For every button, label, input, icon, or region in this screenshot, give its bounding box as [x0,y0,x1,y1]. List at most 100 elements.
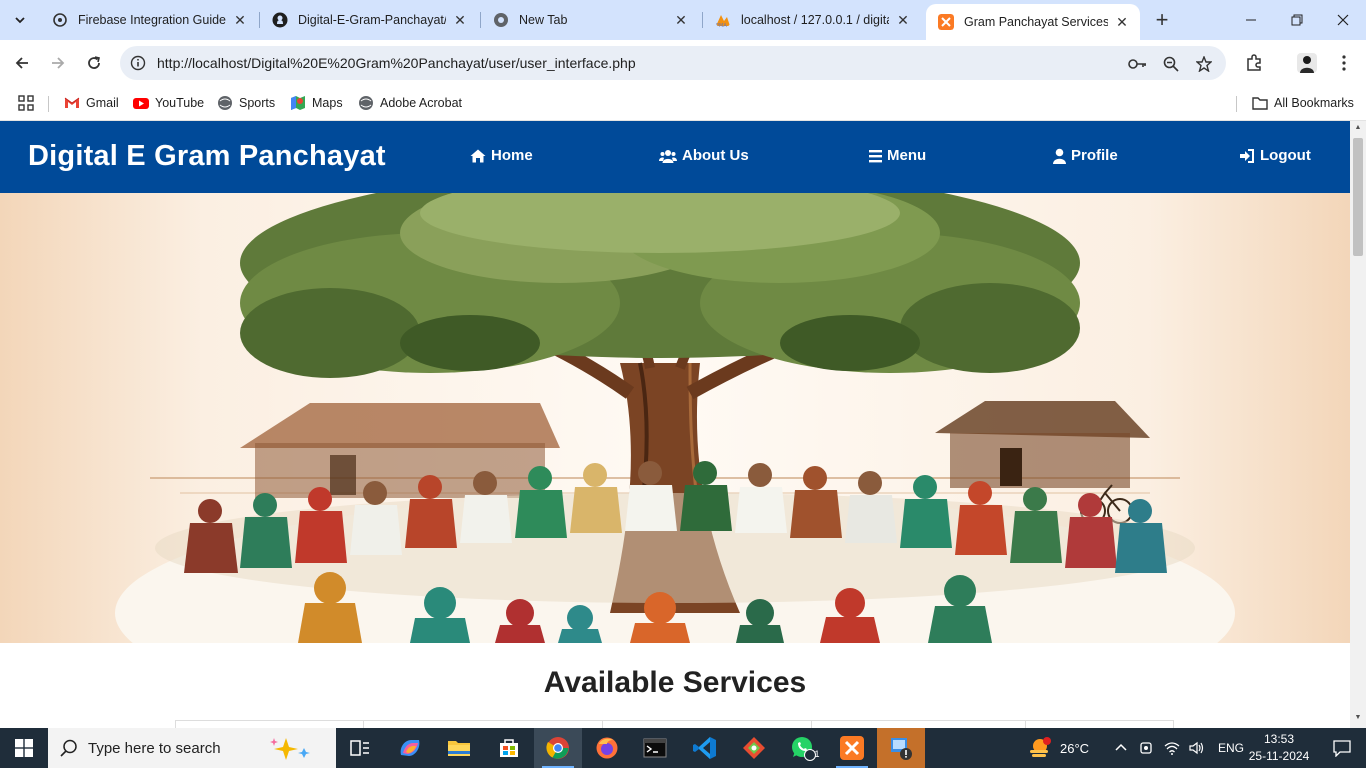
tab-firebase[interactable]: Firebase Integration Guide ✕ [40,0,258,40]
bookmark-label: Sports [239,96,276,110]
start-button[interactable] [0,728,48,768]
close-window-button[interactable] [1320,0,1366,40]
whatsapp-app[interactable]: 1 [779,728,827,768]
back-button[interactable] [8,49,36,77]
microsoft-store-app[interactable] [485,728,533,768]
page-scrollbar[interactable]: ▲ ▼ [1350,121,1366,728]
bookmark-sports[interactable]: Sports [217,93,275,113]
zoom-icon[interactable] [1161,54,1181,74]
profile-avatar[interactable] [1293,49,1321,77]
firefox-app[interactable] [583,728,631,768]
terminal-icon [643,738,667,758]
hero-banner-image [0,193,1350,643]
weather-widget[interactable]: 26°C [1028,728,1089,768]
language-indicator[interactable]: ENG [1218,741,1244,755]
table-border [1173,721,1174,728]
tab-title: Firebase Integration Guide [78,13,226,27]
bookmark-label: Adobe Acrobat [380,96,463,110]
close-icon[interactable]: ✕ [452,12,468,28]
users-icon [659,149,677,163]
nav-about-label: About Us [682,147,749,164]
forward-button[interactable] [44,49,72,77]
taskbar-search-box[interactable]: Type here to search [48,728,336,768]
all-bookmarks-button[interactable]: All Bookmarks [1252,93,1354,113]
nav-menu-label: Menu [887,147,927,164]
bookmark-maps[interactable]: Maps [290,93,343,113]
system-clock[interactable]: 13:53 25-11-2024 [1244,731,1314,765]
notification-center-button[interactable] [1318,728,1366,768]
bookmark-youtube[interactable]: YouTube [133,93,204,113]
nav-menu[interactable]: Menu [869,147,926,164]
browser-tab-strip: Firebase Integration Guide ✕ Digital-E-G… [0,0,1366,40]
tab-phpmyadmin[interactable]: PMA localhost / 127.0.0.1 / digital ✕ [703,0,921,40]
xampp-app[interactable] [828,728,876,768]
svg-text:PMA: PMA [716,23,727,28]
bookmark-label: Gmail [86,96,119,110]
tab-title: localhost / 127.0.0.1 / digital [741,13,889,27]
table-border [602,721,603,728]
scroll-down-arrow[interactable]: ▼ [1353,714,1363,726]
new-tab-button[interactable]: + [1150,7,1174,32]
volume-icon[interactable] [1189,741,1205,755]
tab-new-tab[interactable]: New Tab ✕ [481,0,699,40]
close-icon[interactable]: ✕ [673,12,689,28]
nav-about-us[interactable]: About Us [659,147,749,164]
diamond-icon [743,737,765,759]
village-tree-illustration [115,193,1235,643]
copilot-app[interactable] [386,728,434,768]
password-key-icon[interactable] [1128,54,1148,74]
tab-gram-panchayat-services[interactable]: Gram Panchayat Services ✕ [926,4,1140,40]
more-vertical-icon [1342,55,1346,71]
search-placeholder: Type here to search [88,739,221,757]
bookmarks-divider [1236,96,1237,112]
table-border [363,721,364,728]
task-view-button[interactable] [336,728,384,768]
tab-search-button[interactable] [6,6,34,34]
chevron-up-icon[interactable] [1114,741,1128,755]
nav-home[interactable]: Home [470,147,533,164]
bookmarks-divider [48,96,49,112]
extensions-button[interactable] [1240,49,1268,77]
bookmark-star-icon[interactable] [1194,54,1214,74]
terminal-app[interactable] [631,728,679,768]
url-text: http://localhost/Digital%20E%20Gram%20Pa… [157,55,636,71]
scroll-up-arrow[interactable]: ▲ [1353,124,1363,136]
tab-title: New Tab [519,13,568,27]
address-bar[interactable]: http://localhost/Digital%20E%20Gram%20Pa… [120,46,1226,80]
apps-button[interactable] [18,93,34,113]
nav-profile-label: Profile [1071,147,1118,164]
wifi-icon[interactable] [1164,741,1180,755]
bookmark-gmail[interactable]: Gmail [64,93,119,113]
table-border [811,721,812,728]
vscode-app[interactable] [681,728,729,768]
site-info-icon[interactable] [130,55,146,71]
sign-in-icon [1240,148,1254,163]
minimize-button[interactable] [1228,0,1274,40]
meet-now-icon[interactable] [1139,741,1153,755]
chrome-app[interactable] [534,728,582,768]
reload-button[interactable] [80,49,108,77]
table-border [175,721,176,728]
globe-icon [359,96,373,110]
restore-button[interactable] [1274,0,1320,40]
scrollbar-thumb[interactable] [1353,138,1363,256]
close-icon[interactable]: ✕ [1114,14,1130,30]
git-app[interactable] [730,728,778,768]
xampp-control-window[interactable] [877,728,925,768]
vscode-icon [693,737,716,759]
site-brand[interactable]: Digital E Gram Panchayat [28,140,386,173]
tab-github[interactable]: Digital-E-Gram-Panchayat/a ✕ [260,0,478,40]
chrome-menu-button[interactable] [1330,49,1358,77]
close-icon[interactable]: ✕ [232,12,248,28]
whatsapp-badge: 1 [814,749,820,759]
nav-logout[interactable]: Logout [1239,147,1311,164]
notification-icon [1333,740,1351,757]
nav-profile[interactable]: Profile [1053,147,1118,164]
close-icon [1337,14,1349,26]
close-icon[interactable]: ✕ [895,12,911,28]
task-view-icon [350,740,369,756]
file-explorer-app[interactable] [435,728,483,768]
bookmark-adobe-acrobat[interactable]: Adobe Acrobat [358,93,462,113]
copilot-sparkle-icon [270,738,310,760]
globe-icon [218,96,232,110]
